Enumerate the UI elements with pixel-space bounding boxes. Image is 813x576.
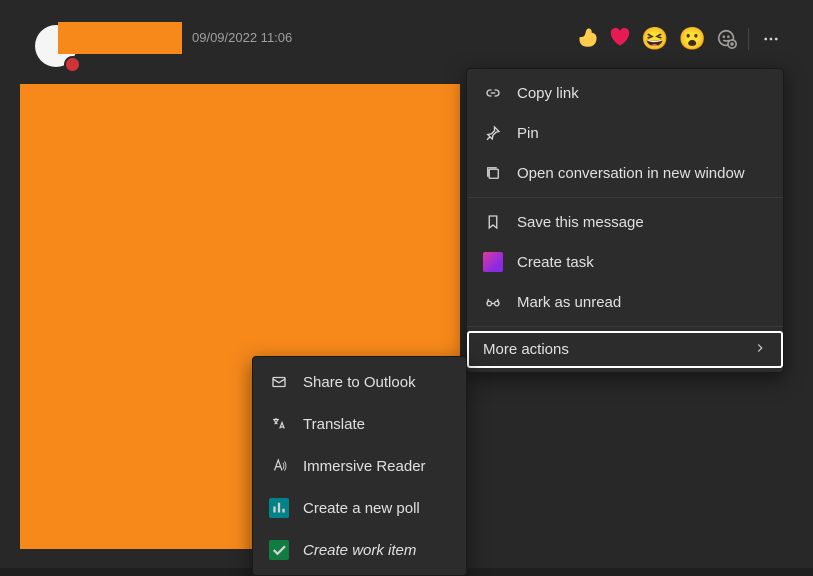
laugh-reaction[interactable]: 😆 [641,28,668,50]
menu-unread[interactable]: Mark as unread [467,282,783,322]
submenu-new-poll-label: Create a new poll [303,500,420,517]
like-reaction[interactable] [577,26,599,52]
add-reaction-icon[interactable] [716,28,738,50]
menu-open-window-label: Open conversation in new window [517,165,745,182]
submenu-immersive-label: Immersive Reader [303,458,426,475]
popout-icon [483,163,503,183]
submenu-immersive[interactable]: Immersive Reader [253,445,466,487]
menu-save-label: Save this message [517,214,644,231]
submenu-work-item[interactable]: Create work item [253,529,466,571]
menu-more-actions[interactable]: More actions [467,331,783,368]
submenu-translate[interactable]: Translate [253,403,466,445]
poll-app-icon [269,498,289,518]
submenu-share-outlook[interactable]: Share to Outlook [253,361,466,403]
submenu-work-item-label: Create work item [303,542,416,559]
reaction-separator [748,28,749,50]
glasses-icon [483,292,503,312]
more-options-button[interactable] [759,30,783,48]
submenu-translate-label: Translate [303,416,365,433]
menu-divider [467,197,783,198]
link-icon [483,83,503,103]
bookmark-icon [483,212,503,232]
menu-copy-link-label: Copy link [517,85,579,102]
menu-more-actions-label: More actions [483,341,569,358]
reaction-tray: 😆 😮 [571,22,789,56]
immersive-reader-icon [269,456,289,476]
mail-icon [269,372,289,392]
author-name-redacted [58,22,182,54]
more-actions-submenu: Share to Outlook Translate Immersive Rea… [252,356,467,576]
menu-divider [467,326,783,327]
timestamp: 09/09/2022 11:06 [192,30,292,45]
translate-icon [269,414,289,434]
menu-open-window[interactable]: Open conversation in new window [467,153,783,193]
chevron-right-icon [753,341,767,359]
work-item-app-icon [269,540,289,560]
menu-unread-label: Mark as unread [517,294,621,311]
heart-reaction[interactable] [609,26,631,52]
menu-pin[interactable]: Pin [467,113,783,153]
planner-icon [483,252,503,272]
pin-icon [483,123,503,143]
menu-create-task-label: Create task [517,254,594,271]
menu-copy-link[interactable]: Copy link [467,73,783,113]
presence-indicator [64,56,81,73]
menu-pin-label: Pin [517,125,539,142]
menu-create-task[interactable]: Create task [467,242,783,282]
submenu-new-poll[interactable]: Create a new poll [253,487,466,529]
surprised-reaction[interactable]: 😮 [679,28,706,50]
message-context-menu: Copy link Pin Open conversation in new w… [466,68,784,373]
menu-save[interactable]: Save this message [467,202,783,242]
submenu-share-outlook-label: Share to Outlook [303,374,416,391]
